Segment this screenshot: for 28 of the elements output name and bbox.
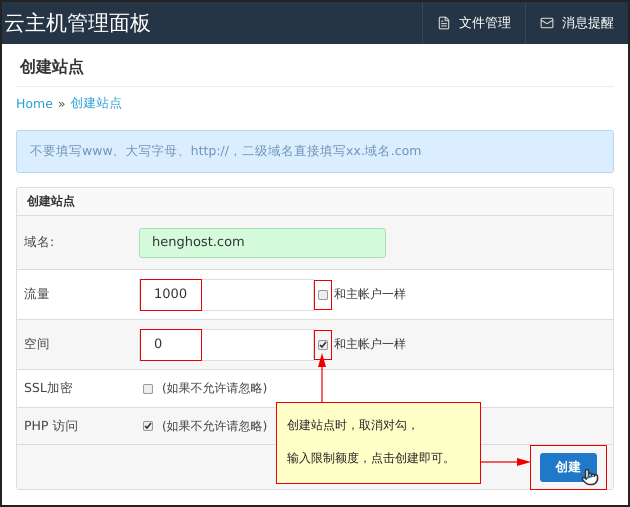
nav-link[interactable]: 消息提醒 (525, 2, 628, 44)
create-button[interactable]: 创建 (540, 452, 597, 482)
checkbox[interactable] (143, 421, 153, 431)
nav-link[interactable]: 文件管理 (422, 2, 525, 44)
checkbox-label: 和主帐户一样 (334, 336, 406, 353)
breadcrumb-separator: » (58, 96, 66, 111)
checkbox[interactable] (318, 340, 328, 350)
hand-cursor-icon (581, 468, 599, 486)
field-label: SSL加密 (23, 380, 74, 397)
checkbox[interactable] (318, 290, 328, 300)
field-label: 空间 (23, 336, 51, 353)
app-title: 云主机管理面板 (3, 10, 152, 37)
checkbox[interactable] (143, 384, 153, 394)
hint-text: (如果不允许请忽略) (162, 418, 268, 434)
envelope-icon (540, 16, 554, 30)
field-label: 域名: (23, 234, 56, 251)
info-alert: 不要填写www、大写字母、http://，二级域名直接填写xx.域名.com (16, 130, 614, 173)
domain-field[interactable]: henghost.com (139, 228, 386, 258)
hint-text: (如果不允许请忽略) (162, 380, 268, 397)
quota-field[interactable]: 1000 (139, 278, 314, 310)
field-label: 流量 (23, 286, 51, 303)
page-title: 创建站点 (16, 44, 614, 87)
quota-field[interactable]: 0 (139, 328, 314, 360)
checkbox-label: 和主帐户一样 (334, 286, 406, 303)
field-label: PHP 访问 (23, 418, 80, 434)
note-text: 创建站点时，取消对勾， (287, 417, 420, 434)
note-text: 输入限制额度，点击创建即可。 (287, 450, 456, 467)
document-icon (437, 16, 451, 30)
